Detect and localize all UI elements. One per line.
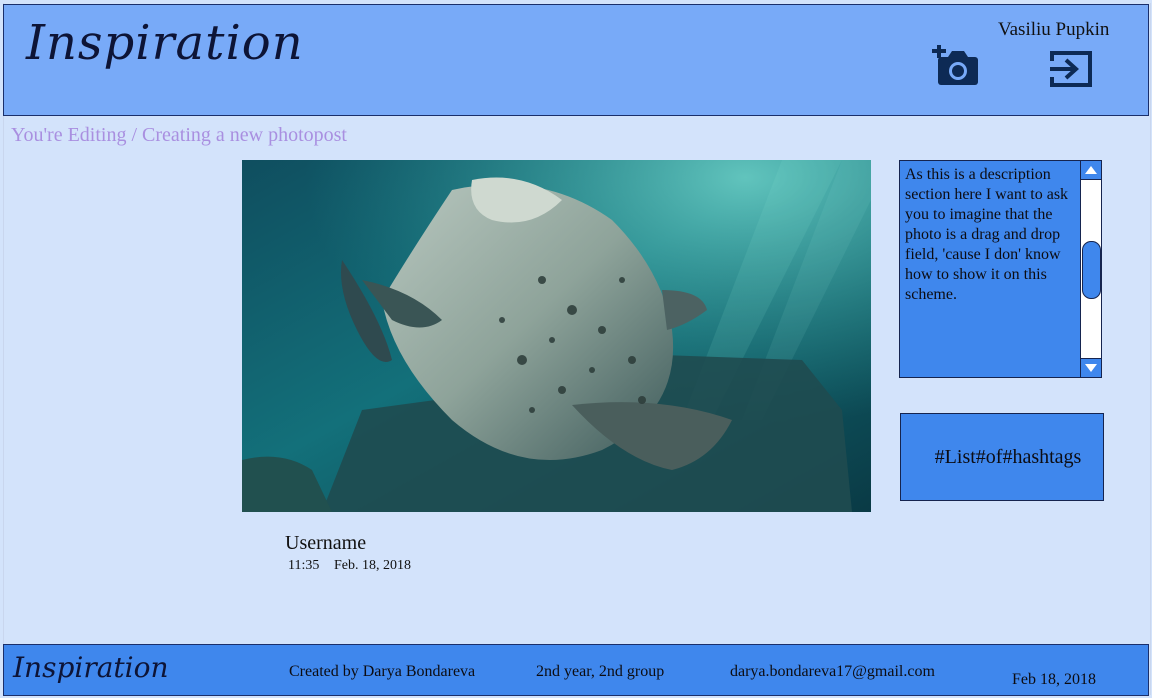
header: Inspiration Vasiliu Pupkin (3, 4, 1149, 116)
footer: Inspiration Created by Darya Bondareva 2… (3, 644, 1149, 696)
scroll-thumb[interactable] (1082, 241, 1101, 299)
seal-underwater-photo[interactable] (242, 160, 871, 512)
description-textarea[interactable]: As this is a description section here I … (899, 160, 1102, 378)
hashtags-box[interactable]: #List#of#hashtags (900, 413, 1104, 501)
post-username: Username (285, 532, 367, 554)
logout-icon[interactable] (1048, 49, 1094, 89)
description-scrollbar[interactable] (1080, 161, 1101, 377)
footer-date: Feb 18, 2018 (1012, 671, 1096, 688)
scroll-up-arrow-icon[interactable] (1081, 161, 1101, 180)
footer-logo: Inspiration (13, 651, 169, 684)
breadcrumb: You're Editing / Creating a new photopos… (11, 124, 347, 146)
description-text[interactable]: As this is a description section here I … (905, 165, 1077, 305)
post-time: 11:35 (288, 558, 320, 573)
hashtags-text[interactable]: #List#of#hashtags (901, 414, 1103, 500)
scroll-down-arrow-icon[interactable] (1081, 358, 1101, 377)
site-logo[interactable]: Inspiration (26, 15, 304, 71)
post-date: Feb. 18, 2018 (334, 558, 411, 573)
footer-author: Created by Darya Bondareva (289, 663, 476, 680)
footer-email[interactable]: darya.bondareva17@gmail.com (730, 663, 935, 681)
add-photo-camera-icon[interactable] (932, 44, 980, 87)
footer-group: 2nd year, 2nd group (536, 663, 665, 680)
current-user-name[interactable]: Vasiliu Pupkin (998, 19, 1109, 41)
